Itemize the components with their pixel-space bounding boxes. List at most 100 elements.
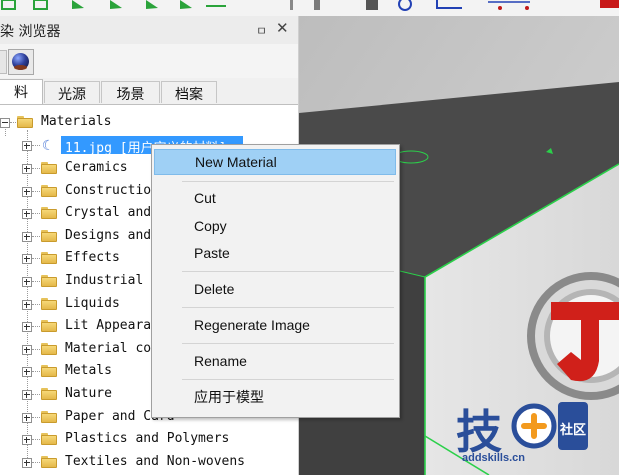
tree-dotline <box>32 348 40 350</box>
tree-folder-label: Textiles and Non-wovens <box>65 453 246 469</box>
dimension-dot-right <box>525 6 529 10</box>
top-toolbar <box>0 0 619 17</box>
play-icon-3 <box>146 0 158 9</box>
folder-icon <box>41 275 57 287</box>
tree-root-label: Materials <box>41 114 112 129</box>
tree-dotline <box>32 190 40 192</box>
folder-icon <box>41 388 57 400</box>
menu-item-copy[interactable]: Copy <box>154 213 396 239</box>
tree-folder-label: Ceramics <box>65 160 128 175</box>
moon-material-icon: ☾ <box>42 138 51 154</box>
collapse-icon[interactable] <box>0 118 10 128</box>
context-menu: New Material Cut Copy Paste Delete Regen… <box>151 144 400 418</box>
tree-folder-label: Liquids <box>65 295 120 311</box>
tree-dotline <box>32 235 40 237</box>
tree-folder-label: Effects <box>65 250 120 266</box>
folder-icon <box>41 252 57 265</box>
tab-profiles[interactable]: 档案 <box>161 81 217 103</box>
play-icon-1 <box>72 0 84 9</box>
toolbar-button-2 <box>33 0 48 10</box>
menu-separator <box>182 271 394 272</box>
expand-icon[interactable] <box>22 367 32 378</box>
tree-dotline <box>10 122 16 123</box>
tree-dotline <box>32 416 40 418</box>
tree-dotline <box>32 303 40 305</box>
cylinder-icon <box>314 0 320 10</box>
tree-folder-label: Designs and <box>65 227 152 243</box>
tree-folder-label: Nature <box>65 386 112 401</box>
line-icon <box>436 0 462 9</box>
watermark-logo: 技 社区 <box>456 402 588 458</box>
tree-folder-label: Metals <box>65 363 112 379</box>
panel-title: 染 浏览器 <box>0 24 61 40</box>
panel-icon-toolbar <box>0 44 298 79</box>
expand-icon[interactable] <box>22 412 32 423</box>
pin-icon[interactable]: ㅁ <box>256 22 267 39</box>
menu-item-paste[interactable]: Paste <box>154 240 396 266</box>
menu-separator <box>182 343 394 344</box>
toolbar-icons <box>1 0 619 11</box>
dimension-dot-left <box>498 6 502 10</box>
menu-separator <box>182 181 394 182</box>
menu-item-new-material[interactable]: New Material <box>154 149 396 175</box>
tree-dotline <box>32 371 40 373</box>
expand-icon[interactable] <box>22 164 32 174</box>
tab-scenes[interactable]: 场景 <box>101 81 160 103</box>
tree-folder-label: Lit Appearan <box>65 318 159 334</box>
tree-folder-label: Material co <box>65 340 152 356</box>
tree-dotline <box>32 461 40 463</box>
tree-dotline <box>32 213 40 215</box>
play-icon-2 <box>110 0 122 9</box>
folder-icon <box>17 116 33 128</box>
toolbar-sep-icon <box>290 0 293 10</box>
tree-dotline <box>32 281 40 282</box>
folder-icon <box>41 297 57 310</box>
tree-folder-row[interactable]: Textiles and Non-wovens <box>0 454 298 474</box>
expand-icon[interactable] <box>22 344 32 355</box>
folder-icon <box>41 342 57 355</box>
render-sphere-button[interactable] <box>8 49 34 75</box>
folder-icon <box>41 320 57 333</box>
watermark-url: addskills.cn <box>462 452 525 464</box>
play-icon-4 <box>180 0 192 9</box>
expand-icon[interactable] <box>22 435 32 446</box>
expand-icon[interactable] <box>22 141 32 151</box>
panel-title-bar: 染 浏览器 ㅁ ✕ <box>0 16 298 44</box>
expand-icon[interactable] <box>22 299 32 310</box>
folder-icon <box>41 162 57 174</box>
menu-item-delete[interactable]: Delete <box>154 276 396 302</box>
expand-icon[interactable] <box>22 186 32 197</box>
menu-separator <box>182 307 394 308</box>
tab-lights[interactable]: 光源 <box>44 81 100 103</box>
expand-icon[interactable] <box>22 277 32 287</box>
folder-icon <box>41 433 57 446</box>
close-icon[interactable]: ✕ <box>276 19 289 37</box>
folder-icon <box>41 455 57 468</box>
menu-item-rename[interactable]: Rename <box>154 348 396 374</box>
expand-icon[interactable] <box>22 322 32 333</box>
circle-icon <box>398 0 412 11</box>
tree-dotline <box>32 326 40 328</box>
folder-icon <box>41 229 57 242</box>
folder-icon <box>41 410 57 423</box>
menu-item-apply-to-model[interactable]: 应用于模型 <box>154 384 396 410</box>
expand-icon[interactable] <box>22 457 32 468</box>
tree-root-row[interactable]: Materials <box>0 114 298 134</box>
expand-icon[interactable] <box>22 209 32 220</box>
tree-folder-label: Construction <box>65 182 159 198</box>
toolbar-partial-button[interactable] <box>0 50 7 74</box>
menu-item-regenerate-image[interactable]: Regenerate Image <box>154 312 396 338</box>
watermark-badge: 社区 <box>559 422 586 438</box>
tree-dotline <box>32 168 40 169</box>
tree-folder-label: Industrial <box>65 273 144 288</box>
tree-dotline <box>32 439 40 441</box>
panel-tabs: 料 光源 场景 档案 <box>0 78 298 105</box>
tree-folder-label: Crystal and <box>65 205 152 221</box>
expand-icon[interactable] <box>22 390 32 400</box>
tree-folder-row[interactable]: Plastics and Polymers <box>0 431 298 451</box>
tab-materials[interactable]: 料 <box>0 79 43 104</box>
expand-icon[interactable] <box>22 254 32 265</box>
menu-item-cut[interactable]: Cut <box>154 185 396 211</box>
expand-icon[interactable] <box>22 231 32 242</box>
tree-dotline <box>32 394 40 395</box>
